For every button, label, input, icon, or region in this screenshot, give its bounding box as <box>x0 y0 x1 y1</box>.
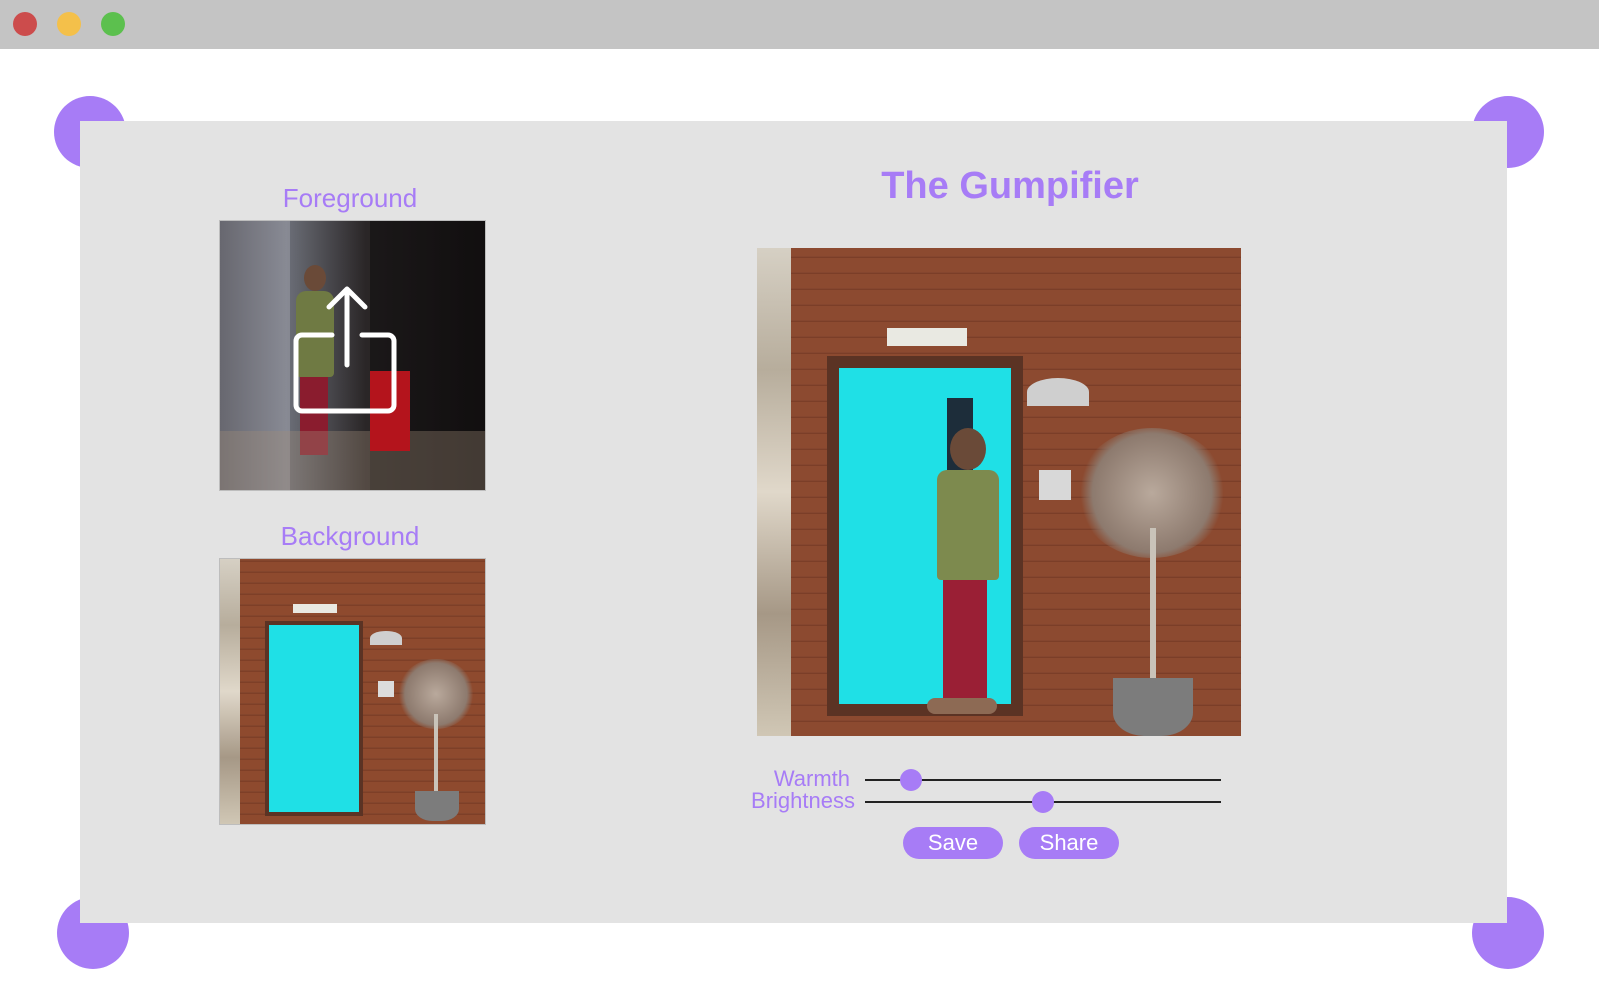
background-image-upload[interactable] <box>219 558 486 825</box>
composite-image <box>757 248 1241 736</box>
minimize-window-button[interactable] <box>57 12 81 36</box>
background-label: Background <box>280 521 420 551</box>
save-button[interactable]: Save <box>903 827 1003 859</box>
brightness-slider-handle[interactable] <box>1032 791 1054 813</box>
share-button[interactable]: Share <box>1019 827 1119 859</box>
brightness-label: Brightness <box>751 788 855 813</box>
brightness-slider[interactable] <box>865 791 1221 813</box>
upload-icon[interactable] <box>292 285 402 425</box>
window-titlebar <box>0 0 1599 49</box>
warmth-slider[interactable] <box>865 769 1221 791</box>
foreground-label: Foreground <box>282 183 418 213</box>
close-window-button[interactable] <box>13 12 37 36</box>
maximize-window-button[interactable] <box>101 12 125 36</box>
app-title: The Gumpifier <box>881 165 1139 207</box>
